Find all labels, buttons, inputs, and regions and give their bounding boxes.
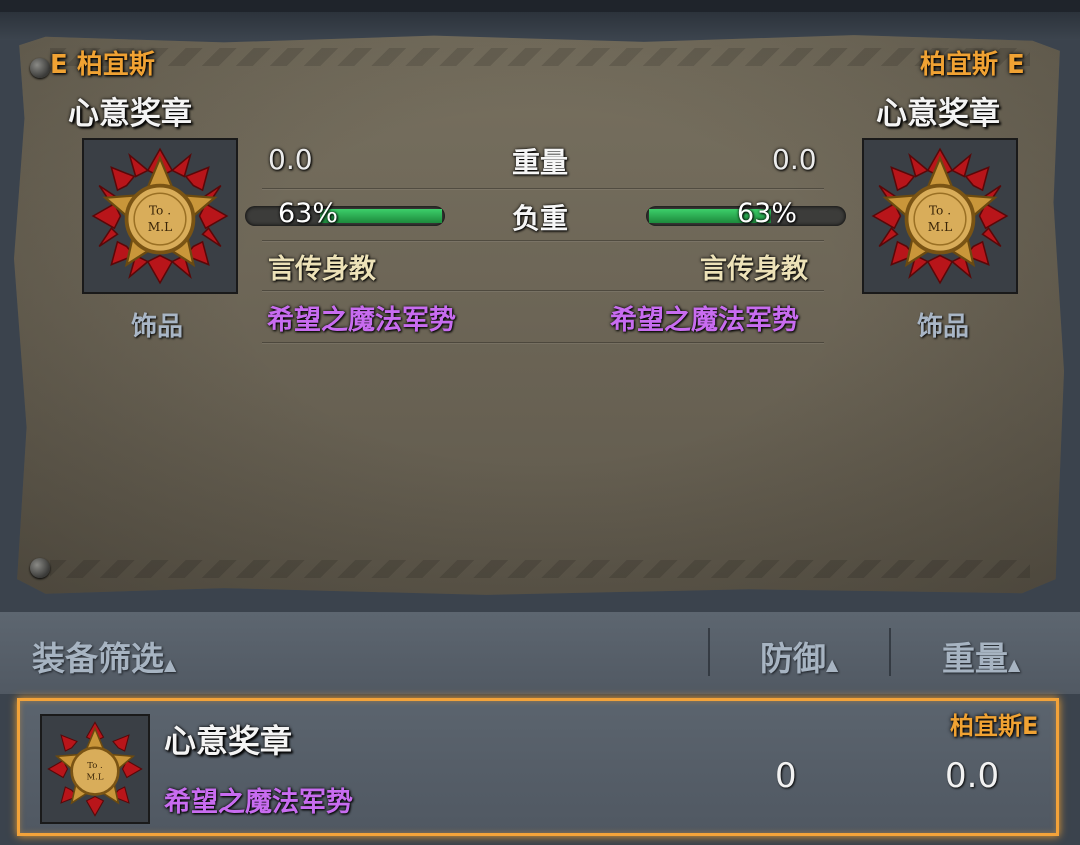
- panel-ornament-bottom: [50, 560, 1030, 578]
- medal-icon: To . M.L: [42, 716, 148, 822]
- sort-weight-label: 重量: [942, 639, 1008, 678]
- medal-icon: To . M.L: [864, 140, 1016, 292]
- right-set-bonus: 希望之魔法军势: [610, 305, 799, 336]
- equipment-filter-button[interactable]: 装备筛选▲: [32, 632, 176, 680]
- panel-ornament-top: [50, 48, 1030, 66]
- divider: [262, 342, 824, 343]
- left-set-bonus: 希望之魔法军势: [267, 305, 456, 336]
- divider: [262, 240, 824, 241]
- triangle-up-icon: ▲: [1008, 655, 1021, 674]
- row-weight-value: 0.0: [945, 756, 1000, 796]
- divider: [708, 628, 710, 676]
- left-load-bar: [245, 206, 445, 226]
- sort-defense-button[interactable]: 防御▲: [760, 632, 838, 680]
- left-load-bar-fill: [320, 209, 442, 223]
- svg-text:M.L: M.L: [148, 220, 172, 234]
- triangle-up-icon: ▲: [826, 655, 839, 674]
- left-item-icon-frame[interactable]: To . M.L: [82, 138, 238, 294]
- right-load-percent: 63%: [737, 198, 798, 229]
- left-load-percent: 63%: [278, 198, 339, 229]
- right-item-category: 饰品: [917, 312, 970, 342]
- top-bar: [0, 0, 1080, 12]
- row-item-icon: To . M.L: [40, 714, 150, 824]
- right-item-name: 心意奖章: [876, 96, 1000, 132]
- divider: [262, 188, 824, 189]
- equipment-filter-label: 装备筛选: [32, 639, 164, 678]
- right-weight-value: 0.0: [772, 143, 817, 176]
- load-label: 负重: [512, 202, 569, 235]
- bolt-icon: [30, 58, 50, 78]
- row-item-name: 心意奖章: [164, 722, 293, 760]
- right-item-icon-frame[interactable]: To . M.L: [862, 138, 1018, 294]
- row-owner-name: 柏宜斯E: [950, 712, 1039, 740]
- divider: [262, 290, 824, 291]
- right-owner-name: 柏宜斯 E: [920, 50, 1025, 80]
- left-item-name: 心意奖章: [68, 96, 192, 132]
- svg-text:M.L: M.L: [928, 220, 952, 234]
- svg-text:To .: To .: [87, 760, 102, 770]
- divider: [889, 628, 891, 676]
- left-item-category: 饰品: [131, 312, 184, 342]
- left-weight-value: 0.0: [268, 143, 313, 176]
- triangle-up-icon: ▲: [164, 655, 177, 674]
- svg-text:M.L: M.L: [87, 772, 104, 782]
- weight-label: 重量: [512, 146, 569, 179]
- right-skill: 言传身教: [700, 254, 808, 285]
- bolt-icon: [30, 558, 50, 578]
- medal-icon: To . M.L: [84, 140, 236, 292]
- svg-text:To .: To .: [929, 203, 951, 217]
- row-defense-value: 0: [775, 756, 797, 796]
- left-owner-name: E 柏宜斯: [50, 50, 155, 80]
- header-strip: [0, 12, 1080, 40]
- sort-defense-label: 防御: [760, 639, 826, 678]
- sort-weight-button[interactable]: 重量▲: [942, 632, 1020, 680]
- svg-text:To .: To .: [149, 203, 171, 217]
- left-skill: 言传身教: [268, 254, 376, 285]
- row-set-bonus: 希望之魔法军势: [164, 787, 353, 818]
